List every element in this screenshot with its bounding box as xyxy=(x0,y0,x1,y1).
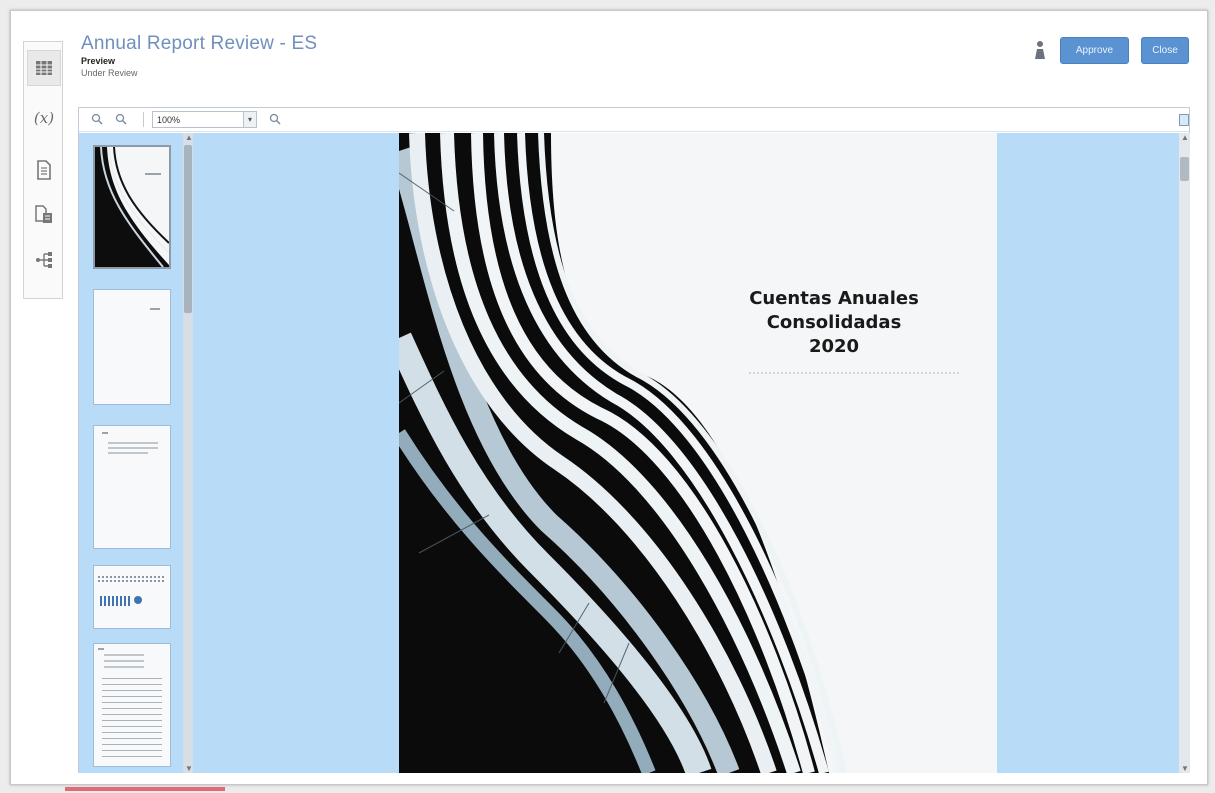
zoom-input[interactable] xyxy=(153,114,223,125)
document-page: Cuentas Anuales Consolidadas 2020 xyxy=(399,133,997,773)
approve-button[interactable]: Approve xyxy=(1060,37,1129,64)
thumbnail-scrollbar[interactable]: ▲ ▼ xyxy=(183,133,193,773)
variable-x-label: (x) xyxy=(33,109,55,127)
doc-scroll-down-arrow[interactable]: ▼ xyxy=(1181,764,1189,773)
user-icon[interactable] xyxy=(1032,39,1048,61)
close-button[interactable]: Close xyxy=(1141,37,1189,64)
cover-title: Cuentas Anuales Consolidadas 2020 xyxy=(729,287,939,359)
accent-strip xyxy=(65,787,225,791)
thumbnail-page-1[interactable] xyxy=(93,145,171,269)
scroll-up-arrow[interactable]: ▲ xyxy=(185,133,193,142)
thumbnail-page-5[interactable] xyxy=(93,643,171,767)
tree-branch-icon[interactable] xyxy=(27,242,61,278)
zoom-in-icon[interactable] xyxy=(115,113,127,128)
thumbnail-panel xyxy=(79,133,197,773)
scroll-down-arrow[interactable]: ▼ xyxy=(185,764,193,773)
cover-title-line-3: 2020 xyxy=(808,336,860,357)
document-icon[interactable] xyxy=(27,152,61,188)
variable-x-icon[interactable]: (x) xyxy=(27,100,61,136)
thumbnail-page-3[interactable] xyxy=(93,425,171,549)
page-subtitle: Preview xyxy=(81,56,116,66)
viewer-toolbar: ▾ xyxy=(79,108,1189,132)
doc-scroll-up-arrow[interactable]: ▲ xyxy=(1181,133,1189,142)
grid-table-icon[interactable] xyxy=(27,50,61,86)
document-stack-icon[interactable] xyxy=(27,196,61,232)
zoom-field[interactable] xyxy=(152,111,244,128)
thumbnail-page-2[interactable] xyxy=(93,289,171,405)
thumbnail-page-4[interactable] xyxy=(93,565,171,629)
document-viewer: ▾ xyxy=(78,107,1190,773)
cover-image xyxy=(399,133,997,773)
page-title: Annual Report Review - ES xyxy=(81,33,318,54)
toolbar-divider xyxy=(143,112,144,127)
search-icon[interactable] xyxy=(269,113,281,128)
cover-title-line-2: Consolidadas xyxy=(766,312,902,333)
app-window: (x) Annual Report Review - ES Preview Un… xyxy=(10,10,1208,785)
document-scrollbar[interactable]: ▲ ▼ xyxy=(1179,133,1190,773)
panel-toggle-icon[interactable] xyxy=(1179,114,1189,126)
document-area: Cuentas Anuales Consolidadas 2020 xyxy=(197,133,1179,773)
cover-divider xyxy=(749,372,959,378)
thumbnail-scroll-handle[interactable] xyxy=(184,145,192,313)
left-toolbar: (x) xyxy=(23,41,63,299)
document-scroll-handle[interactable] xyxy=(1180,157,1189,181)
zoom-out-icon[interactable] xyxy=(91,113,103,128)
status-text: Under Review xyxy=(81,68,138,78)
cover-title-line-1: Cuentas Anuales xyxy=(749,288,919,309)
zoom-dropdown-button[interactable]: ▾ xyxy=(243,111,257,128)
